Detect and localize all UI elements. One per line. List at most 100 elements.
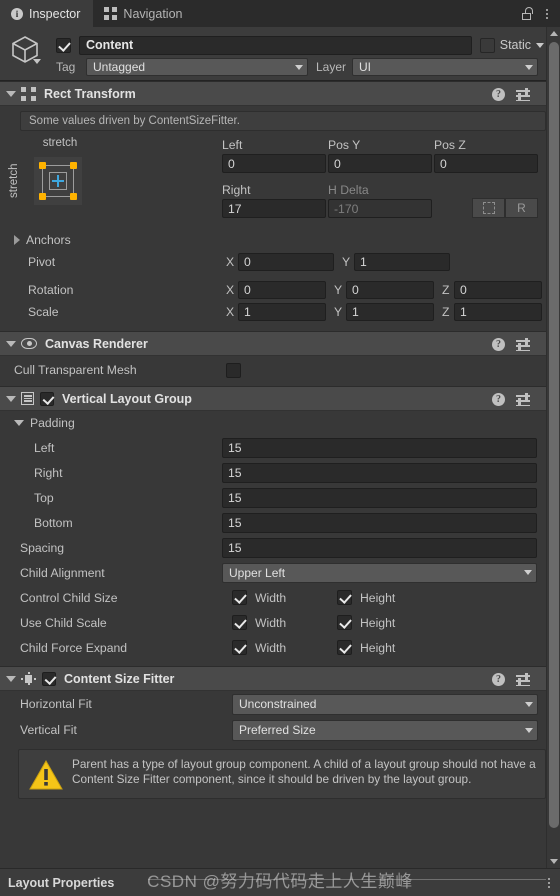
cube-dropdown-icon[interactable] <box>33 59 41 64</box>
help-icon[interactable]: ? <box>492 338 505 351</box>
scrollbar-track[interactable] <box>549 40 559 855</box>
static-checkbox[interactable] <box>479 37 495 53</box>
posz-input[interactable]: 0 <box>434 154 538 173</box>
component-title: Content Size Fitter <box>64 671 175 686</box>
control-child-size-height-checkbox[interactable] <box>337 590 352 605</box>
kebab-menu-icon[interactable] <box>541 8 552 19</box>
rotation-x-input[interactable]: 0 <box>238 281 326 299</box>
child-force-expand-width-checkbox[interactable] <box>232 640 247 655</box>
scale-z-axis-label: Z <box>442 305 450 319</box>
tab-inspector-label: Inspector <box>29 6 81 21</box>
static-dropdown-icon[interactable] <box>536 42 544 48</box>
child-alignment-label: Child Alignment <box>20 565 105 580</box>
scale-y-input[interactable]: 1 <box>346 303 434 321</box>
anchors-label: Anchors <box>26 233 71 247</box>
padding-left-input[interactable]: 15 <box>222 437 537 458</box>
padding-top-input[interactable]: 15 <box>222 487 537 508</box>
spacing-input[interactable]: 15 <box>222 537 537 558</box>
component-title: Vertical Layout Group <box>62 391 192 406</box>
scale-x-axis-label: X <box>226 305 235 319</box>
content-size-fitter-enabled-checkbox[interactable] <box>42 671 56 686</box>
gameobject-name-input[interactable]: Content <box>79 35 472 55</box>
component-header-vertical-layout-group[interactable]: Vertical Layout Group ? <box>0 386 560 411</box>
right-input[interactable]: 17 <box>222 199 326 218</box>
pivot-y-input[interactable]: 1 <box>354 253 450 271</box>
layout-properties-title: Layout Properties <box>8 875 115 890</box>
help-icon[interactable]: ? <box>492 393 505 406</box>
layout-properties-bar[interactable]: Layout Properties <box>0 868 560 896</box>
rotation-x-axis-label: X <box>226 283 235 297</box>
component-header-canvas-renderer[interactable]: Canvas Renderer ? <box>0 331 560 356</box>
blueprint-mode-button[interactable] <box>472 198 505 218</box>
padding-right-input[interactable]: 15 <box>222 462 537 483</box>
posz-label: Pos Z <box>434 138 466 152</box>
rotation-y-axis-label: Y <box>334 283 343 297</box>
foldout-arrow-icon[interactable] <box>6 675 16 682</box>
foldout-arrow-icon[interactable] <box>6 340 16 347</box>
control-child-size-width-label: Width <box>255 590 287 605</box>
scale-x-input[interactable]: 1 <box>238 303 326 321</box>
use-child-scale-width-checkbox[interactable] <box>232 615 247 630</box>
vertical-scrollbar[interactable] <box>546 27 560 868</box>
preset-icon[interactable] <box>516 393 530 406</box>
component-header-rect-transform[interactable]: Rect Transform ? <box>0 81 560 106</box>
preset-icon[interactable] <box>516 88 530 101</box>
child-alignment-dropdown[interactable]: Upper Left <box>222 562 537 583</box>
inspector-window: i Inspector Navigation Content Static Ta… <box>0 0 560 896</box>
horizontal-fit-dropdown[interactable]: Unconstrained <box>232 693 538 715</box>
vertical-fit-dropdown[interactable]: Preferred Size <box>232 719 538 741</box>
child-force-expand-height-label: Height <box>360 640 396 655</box>
layer-dropdown[interactable]: UI <box>352 58 538 76</box>
foldout-arrow-icon[interactable] <box>6 395 16 402</box>
foldout-arrow-icon[interactable] <box>14 235 20 245</box>
content-size-fitter-icon <box>21 672 36 685</box>
anchors-foldout-row[interactable]: Anchors <box>0 229 560 251</box>
lock-icon[interactable] <box>522 7 533 20</box>
raw-edit-mode-button[interactable]: R <box>505 198 538 218</box>
scroll-down-arrow[interactable] <box>547 855 560 868</box>
chevron-down-icon <box>525 701 533 707</box>
rotation-z-input[interactable]: 0 <box>454 281 542 299</box>
tag-dropdown[interactable]: Untagged <box>86 58 308 76</box>
static-toggle-group: Static <box>479 37 544 53</box>
help-icon[interactable]: ? <box>492 673 505 686</box>
cull-transparent-mesh-row: Cull Transparent Mesh <box>0 356 560 384</box>
vertical-layout-group-enabled-checkbox[interactable] <box>40 391 54 406</box>
tab-navigation[interactable]: Navigation <box>93 0 195 27</box>
horizontal-fit-value: Unconstrained <box>239 697 317 711</box>
horizontal-fit-row: Horizontal Fit Unconstrained <box>0 691 560 717</box>
foldout-arrow-icon[interactable] <box>14 420 24 426</box>
use-child-scale-height-checkbox[interactable] <box>337 615 352 630</box>
watermark-line <box>148 879 546 880</box>
scrollbar-thumb[interactable] <box>549 42 559 828</box>
foldout-arrow-icon[interactable] <box>6 90 16 97</box>
tab-inspector[interactable]: i Inspector <box>0 0 94 27</box>
anchor-preset-top-label: stretch <box>42 137 78 149</box>
scroll-up-arrow[interactable] <box>547 27 560 40</box>
vertical-fit-row: Vertical Fit Preferred Size <box>0 717 560 743</box>
anchor-preset-button[interactable] <box>34 157 82 205</box>
scale-row: Scale X 1 Y 1 Z 1 <box>0 301 560 323</box>
eye-icon <box>21 337 37 350</box>
preset-icon[interactable] <box>516 673 530 686</box>
left-input[interactable]: 0 <box>222 154 326 173</box>
hdelta-label: H Delta <box>328 183 369 197</box>
help-icon[interactable]: ? <box>492 88 505 101</box>
posy-input[interactable]: 0 <box>328 154 432 173</box>
rotation-row: Rotation X 0 Y 0 Z 0 <box>0 279 560 301</box>
padding-bottom-input[interactable]: 15 <box>222 512 537 533</box>
rotation-y-input[interactable]: 0 <box>346 281 434 299</box>
scale-z-input[interactable]: 1 <box>454 303 542 321</box>
cull-transparent-mesh-checkbox[interactable] <box>226 362 241 378</box>
child-force-expand-height-checkbox[interactable] <box>337 640 352 655</box>
driven-values-helpbox: Some values driven by ContentSizeFitter. <box>20 111 546 131</box>
gameobject-enabled-checkbox[interactable] <box>56 37 71 53</box>
preset-icon[interactable] <box>516 338 530 351</box>
padding-foldout-row[interactable]: Padding <box>0 411 560 435</box>
vertical-layout-group-body: Padding Left 15 Right 15 Top 15 Bottom 1… <box>0 411 560 666</box>
info-icon: i <box>11 7 23 20</box>
component-header-content-size-fitter[interactable]: Content Size Fitter ? <box>0 666 560 691</box>
control-child-size-width-checkbox[interactable] <box>232 590 247 605</box>
vertical-fit-label: Vertical Fit <box>20 723 77 737</box>
pivot-x-input[interactable]: 0 <box>238 253 334 271</box>
